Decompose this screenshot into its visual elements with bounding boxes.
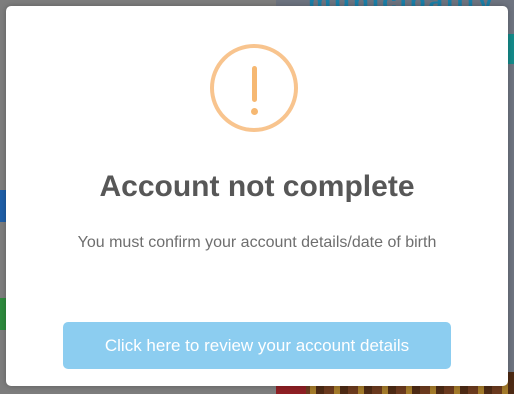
modal-message: You must confirm your account details/da… bbox=[77, 234, 437, 251]
exclamation-bar bbox=[252, 66, 257, 102]
review-account-details-button[interactable]: Click here to review your account detail… bbox=[63, 322, 451, 369]
background-teal-element bbox=[508, 34, 514, 64]
exclamation-circle-icon bbox=[210, 44, 298, 132]
account-incomplete-modal: Account not complete You must confirm yo… bbox=[6, 6, 508, 386]
modal-title: Account not complete bbox=[99, 170, 415, 203]
exclamation-dot bbox=[251, 108, 258, 115]
